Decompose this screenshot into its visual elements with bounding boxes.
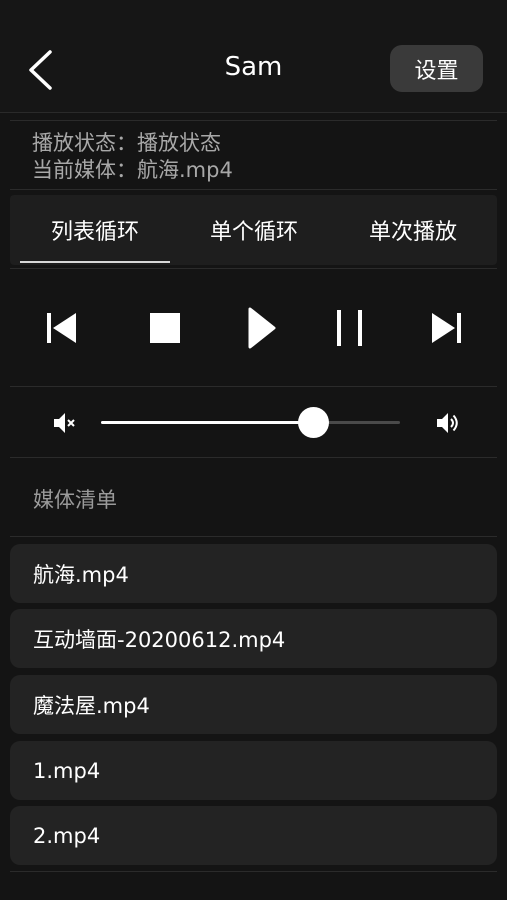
- divider: [10, 871, 497, 872]
- playback-mode-tabs: 列表循环 单个循环 单次播放: [10, 195, 497, 265]
- media-list-item[interactable]: 魔法屋.mp4: [10, 675, 497, 734]
- volume-control: [10, 390, 497, 456]
- divider: [10, 268, 497, 269]
- status-panel: 播放状态：播放状态 当前媒体：航海.mp4: [10, 120, 497, 186]
- media-list-item[interactable]: 1.mp4: [10, 741, 497, 800]
- divider: [10, 536, 497, 537]
- volume-mute-button[interactable]: [50, 408, 80, 438]
- divider: [10, 189, 497, 190]
- volume-slider-fill: [101, 421, 314, 424]
- settings-button[interactable]: 设置: [390, 45, 483, 92]
- media-list-item[interactable]: 互动墙面-20200612.mp4: [10, 609, 497, 668]
- skip-previous-icon: [47, 313, 76, 343]
- volume-max-button[interactable]: [434, 408, 464, 438]
- volume-mute-icon: [54, 413, 75, 433]
- playback-controls: [10, 272, 497, 384]
- tab-list-loop[interactable]: 列表循环: [15, 195, 175, 265]
- previous-button[interactable]: [36, 302, 88, 354]
- play-icon: [248, 307, 276, 349]
- stop-icon: [150, 313, 180, 343]
- volume-up-icon: [437, 413, 458, 433]
- skip-next-icon: [432, 313, 461, 343]
- pause-button[interactable]: [324, 302, 376, 354]
- tab-play-once[interactable]: 单次播放: [333, 195, 493, 265]
- media-list-item[interactable]: 2.mp4: [10, 806, 497, 865]
- pause-icon: [337, 310, 362, 346]
- divider: [10, 386, 497, 387]
- media-list-item[interactable]: 航海.mp4: [10, 544, 497, 603]
- volume-slider-thumb[interactable]: [298, 407, 330, 438]
- stop-button[interactable]: [139, 302, 191, 354]
- app-header: Sam 设置: [0, 0, 507, 113]
- active-tab-indicator: [20, 261, 170, 263]
- volume-slider[interactable]: [101, 407, 400, 438]
- next-button[interactable]: [420, 302, 472, 354]
- play-state-text: 播放状态：播放状态: [32, 131, 221, 155]
- play-button[interactable]: [236, 302, 288, 354]
- tab-single-loop[interactable]: 单个循环: [174, 195, 334, 265]
- media-list-title: 媒体清单: [33, 488, 117, 512]
- divider: [10, 457, 497, 458]
- current-media-text: 当前媒体：航海.mp4: [32, 158, 233, 182]
